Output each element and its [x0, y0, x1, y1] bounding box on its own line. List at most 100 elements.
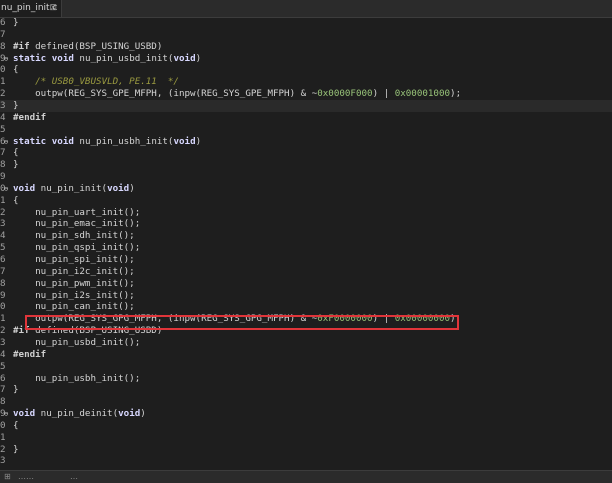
line-number: 3	[0, 99, 6, 111]
code-text: nu_pin_spi_init();	[13, 254, 135, 266]
code-line[interactable]: 8	[0, 396, 612, 408]
fold-collapse-icon[interactable]: ⊖	[4, 53, 8, 65]
code-token: nu_pin_usbd_init(	[73, 52, 174, 64]
line-number: 7	[0, 28, 6, 40]
code-text: #if defined(BSP_USING_USBD)	[13, 41, 162, 53]
code-line[interactable]: 3 nu_pin_usbd_init();	[0, 337, 612, 349]
code-token: 0x0000F000	[317, 88, 373, 100]
code-text: {	[13, 195, 19, 207]
line-number: 9	[0, 171, 6, 183]
fold-collapse-icon[interactable]: ⊖	[4, 136, 8, 148]
code-text: }	[13, 17, 19, 29]
code-text: {	[13, 420, 19, 432]
code-token: defined(BSP_USING_USBD)	[29, 40, 163, 52]
code-line[interactable]: 9 ⊖ void nu_pin_deinit(void)	[0, 408, 612, 420]
line-number: 2	[0, 88, 6, 100]
code-line[interactable]: 8 #if defined(BSP_USING_USBD)	[0, 41, 612, 53]
code-text: #endif	[13, 349, 46, 361]
close-icon[interactable]: ⊠	[49, 0, 57, 17]
code-text: nu_pin_emac_init();	[13, 218, 140, 230]
code-token: nu_pin_i2c_init();	[13, 265, 135, 277]
code-line[interactable]: 9	[0, 171, 612, 183]
code-line[interactable]: 1	[0, 432, 612, 444]
status-icon[interactable]: ⊞	[4, 471, 11, 483]
code-line[interactable]: 0 ⊖ void nu_pin_init(void)	[0, 183, 612, 195]
code-token: {	[13, 147, 19, 159]
code-line[interactable]: 7{	[0, 147, 612, 159]
code-text: nu_pin_usbd_init();	[13, 337, 140, 349]
code-text: nu_pin_sdh_init();	[13, 230, 135, 242]
tab-nu-pin-init[interactable]: nu_pin_init.c ⊠	[0, 0, 62, 17]
code-line[interactable]: 7 nu_pin_i2c_init();	[0, 266, 612, 278]
code-line[interactable]: 5 nu_pin_qspi_init();	[0, 242, 612, 254]
line-number: 6	[0, 254, 6, 265]
code-line[interactable]: 6 nu_pin_usbh_init();	[0, 373, 612, 385]
code-text: {	[13, 64, 19, 76]
code-line[interactable]: 7}	[0, 384, 612, 396]
code-line[interactable]: 3	[0, 455, 612, 467]
line-number: 4	[0, 348, 6, 360]
code-line[interactable]: 4 nu_pin_sdh_init();	[0, 230, 612, 242]
editor-tab-bar: nu_pin_init.c ⊠	[0, 0, 612, 18]
code-line[interactable]: 3 nu_pin_emac_init();	[0, 218, 612, 230]
line-number: 8	[0, 40, 6, 52]
line-number: 0	[0, 301, 6, 313]
code-line[interactable]: 2}	[0, 444, 612, 456]
line-number: 5	[0, 123, 6, 135]
code-line[interactable]: 9 nu_pin_i2s_init();	[0, 290, 612, 302]
code-line[interactable]: 8 nu_pin_pwm_init();	[0, 278, 612, 290]
code-token: nu_pin_usbd_init();	[13, 336, 141, 348]
line-number: 2	[0, 443, 6, 455]
code-token: void	[51, 135, 74, 147]
code-token: nu_pin_usbh_init();	[13, 372, 141, 384]
code-text: nu_pin_uart_init();	[13, 207, 140, 219]
code-line[interactable]: 1{	[0, 195, 612, 207]
code-line[interactable]: 0{	[0, 420, 612, 432]
code-token: void	[173, 135, 196, 147]
code-token: void	[118, 408, 141, 420]
line-number: 8	[0, 277, 6, 289]
code-token: /* USB0_VBUSVLD, PE.11 */	[35, 76, 179, 88]
fold-collapse-icon[interactable]: ⊖	[4, 408, 8, 420]
code-line[interactable]: 6 nu_pin_spi_init();	[0, 254, 612, 266]
code-token: nu_pin_qspi_init();	[13, 242, 141, 254]
code-editor[interactable]: 6} 7 8 #if defined(BSP_USING_USBD) 9 ⊖ static …	[0, 17, 612, 469]
code-token: nu_pin_sdh_init();	[13, 230, 135, 242]
code-token: static	[13, 135, 47, 147]
line-number: 7	[0, 147, 6, 159]
code-line[interactable]: 2 outpw(REG_SYS_GPE_MFPH, (inpw(REG_SYS_…	[0, 88, 612, 100]
code-line[interactable]: 6}	[0, 17, 612, 29]
code-text: }	[13, 100, 19, 112]
code-line[interactable]: 4 #endif	[0, 112, 612, 124]
code-line[interactable]: 8}	[0, 159, 612, 171]
code-line[interactable]: 0{	[0, 64, 612, 76]
code-line[interactable]: 9 ⊖ static void nu_pin_usbd_init(void)	[0, 53, 612, 65]
code-line[interactable]: 1 /* USB0_VBUSVLD, PE.11 */	[0, 76, 612, 88]
code-text: static void nu_pin_usbh_init(void)	[13, 136, 201, 148]
fold-collapse-icon[interactable]: ⊖	[4, 183, 8, 195]
code-line[interactable]: 3}	[0, 99, 612, 112]
code-token: nu_pin_init(	[35, 182, 108, 194]
code-token: nu_pin_can_init();	[13, 301, 135, 313]
code-line[interactable]: 2 nu_pin_uart_init();	[0, 207, 612, 219]
code-line[interactable]: 5	[0, 361, 612, 373]
code-text: nu_pin_i2c_init();	[13, 266, 135, 278]
line-number: 6	[0, 372, 6, 384]
code-token: );	[450, 88, 462, 100]
code-line[interactable]: 7	[0, 29, 612, 41]
code-token: nu_pin_i2s_init();	[13, 289, 135, 301]
code-text: }	[13, 444, 19, 456]
status-text-2: …	[70, 472, 78, 481]
code-line[interactable]: 6 ⊖ static void nu_pin_usbh_init(void)	[0, 136, 612, 148]
line-number: 2	[0, 206, 6, 218]
code-token: void	[173, 52, 196, 64]
code-line[interactable]: 5	[0, 124, 612, 136]
code-token: nu_pin_uart_init();	[13, 206, 141, 218]
code-token: {	[13, 419, 19, 431]
status-bar: ⊞ …… …	[0, 470, 612, 483]
code-line[interactable]: 4 #endif	[0, 349, 612, 361]
code-token: #endif	[13, 111, 47, 123]
line-number: 1	[0, 76, 6, 88]
code-line[interactable]: 0 nu_pin_can_init();	[0, 301, 612, 313]
line-number: 1	[0, 431, 6, 443]
